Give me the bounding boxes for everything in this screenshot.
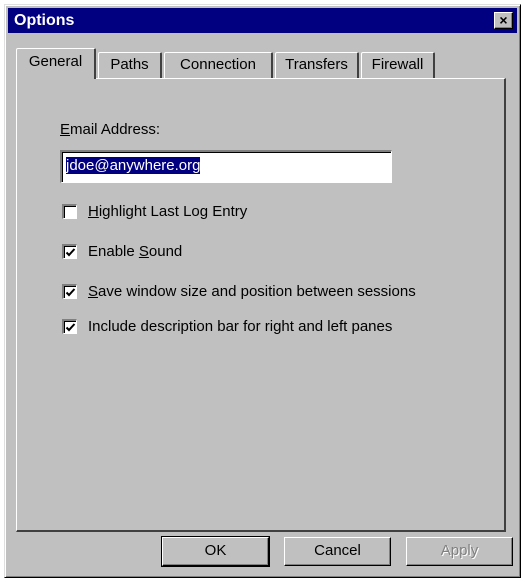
tab-firewall[interactable]: Firewall [361, 52, 435, 78]
general-tab-panel [16, 78, 506, 532]
title-bar[interactable]: Options × [8, 8, 517, 33]
email-value: jdoe@anywhere.org [66, 157, 201, 174]
tab-transfers[interactable]: Transfers [275, 52, 359, 78]
email-address-input[interactable]: jdoe@anywhere.org [60, 150, 392, 183]
checkbox-label: Highlight Last Log Entry [88, 203, 248, 220]
cancel-button[interactable]: Cancel [284, 537, 391, 566]
apply-button[interactable]: Apply [406, 537, 513, 566]
tab-connection[interactable]: Connection [164, 52, 273, 78]
checkmark-icon [65, 288, 76, 297]
checkmark-icon [65, 323, 76, 332]
checkbox-label: Include description bar for right and le… [88, 318, 393, 335]
checkbox-box[interactable] [62, 204, 77, 219]
tab-general[interactable]: General [16, 48, 96, 79]
close-button[interactable]: × [494, 12, 513, 29]
tab-paths[interactable]: Paths [98, 52, 162, 78]
window-title: Options [14, 12, 75, 29]
ok-button[interactable]: OK [161, 536, 270, 567]
checkmark-icon [65, 248, 76, 257]
close-icon: × [499, 12, 508, 28]
checkbox-box[interactable] [62, 284, 77, 299]
checkbox-box[interactable] [62, 319, 77, 334]
checkbox-label: Save window size and position between se… [88, 283, 416, 300]
checkbox-box[interactable] [62, 244, 77, 259]
checkbox-label: Enable Sound [88, 243, 183, 260]
email-address-label: Email Address: [60, 121, 161, 138]
